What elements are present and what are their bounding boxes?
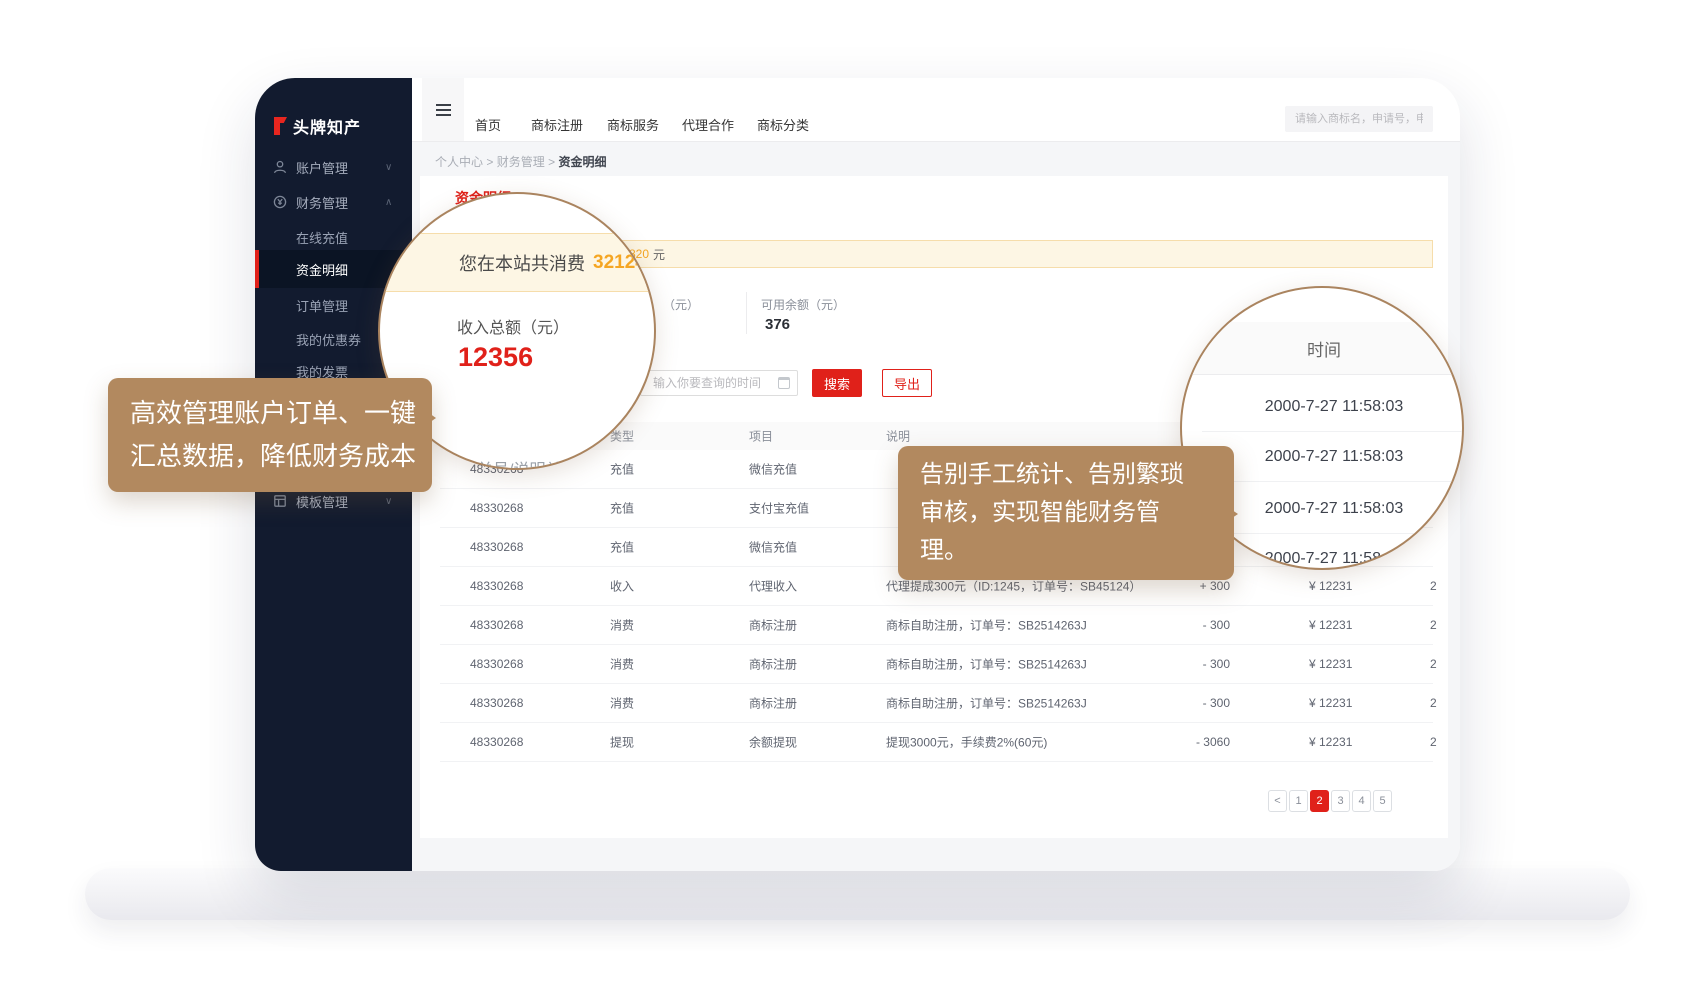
search-button[interactable]: 搜索 [812, 369, 862, 397]
chevron-down-icon: ∨ [385, 162, 392, 173]
active-indicator [255, 250, 259, 288]
template-icon [272, 493, 288, 509]
time-cell: 2000-7-27 11:58:03 [1202, 432, 1464, 482]
pagination-page-4[interactable]: 4 [1352, 790, 1371, 812]
laptop-base [85, 868, 1630, 920]
brand-logo-icon [271, 115, 289, 137]
hamburger-menu-icon[interactable] [422, 78, 464, 141]
banner-unit: 元 [653, 246, 665, 263]
banner-prefix: 您在本站共消费 [459, 250, 585, 276]
breadcrumb-current: 资金明细 [558, 155, 606, 169]
pagination-page-3[interactable]: 3 [1331, 790, 1350, 812]
table-row[interactable]: 48330268 消费 商标注册 商标自助注册，订单号：SB2514263J -… [440, 645, 1433, 684]
nav-item-agent-cooperation[interactable]: 代理合作 [682, 115, 734, 134]
sidebar-item-account[interactable]: 账户管理 ∨ [255, 153, 412, 181]
stat-middle-label: （元） [663, 296, 699, 313]
sidebar-item-finance[interactable]: 财务管理 ∧ [255, 188, 412, 216]
pagination-page-2-active[interactable]: 2 [1310, 790, 1329, 812]
stat-balance-value: 376 [765, 316, 790, 333]
sidebar-item-label: 财务管理 [296, 193, 348, 212]
chevron-down-icon: ∨ [385, 496, 392, 507]
nav-item-trademark-register[interactable]: 商标注册 [531, 115, 583, 134]
table-row[interactable]: 48330268 提现 余额提现 提现3000元，手续费2%(60元) - 30… [440, 723, 1433, 762]
trademark-search-input[interactable] [1285, 106, 1433, 132]
time-query-input[interactable] [640, 370, 798, 396]
time-cell: 2000-7-27 11:58:03 [1202, 534, 1464, 570]
page-root: 头牌知产 账户管理 ∨ 财务管理 ∧ [0, 0, 1696, 1002]
stat-income-label: 收入总额（元） [457, 314, 569, 338]
col-desc: 说明 [886, 428, 910, 445]
col-time: 时间 [1182, 322, 1464, 375]
table-row[interactable]: 48330268 消费 商标注册 商标自助注册，订单号：SB2514263J -… [440, 606, 1433, 645]
chevron-up-icon: ∧ [385, 197, 392, 208]
tooltip-right: 告别手工统计、告别繁琐 审核，实现智能财务管 理。 [898, 446, 1234, 580]
stat-divider [746, 292, 747, 334]
stat-income-value: 12356 [458, 342, 533, 373]
pagination-page-5[interactable]: 5 [1373, 790, 1392, 812]
stat-balance-label: 可用余额（元） [761, 296, 845, 313]
sidebar-item-label: 账户管理 [296, 158, 348, 177]
sort-caret-icon[interactable]: ∨ [613, 431, 620, 442]
brand-logo: 头牌知产 [271, 114, 361, 138]
pagination-page-1[interactable]: 1 [1289, 790, 1308, 812]
table-row[interactable]: 48330268 消费 商标注册 商标自助注册，订单号：SB2514263J -… [440, 684, 1433, 723]
brand-name: 头牌知产 [293, 114, 361, 138]
tooltip-left: 高效管理账户订单、一键 汇总数据，降低财务成本 [108, 378, 432, 492]
nav-item-trademark-service[interactable]: 商标服务 [607, 115, 659, 134]
magnified-banner: 您在本站共消费 32124 [380, 233, 656, 292]
breadcrumb: 个人中心 > 财务管理 > 资金明细 [435, 153, 606, 170]
export-button[interactable]: 导出 [882, 369, 932, 397]
nav-item-trademark-category[interactable]: 商标分类 [757, 115, 809, 134]
breadcrumb-finance[interactable]: 财务管理 [497, 155, 545, 169]
breadcrumb-personal-center[interactable]: 个人中心 [435, 155, 483, 169]
calendar-icon[interactable] [778, 377, 790, 389]
col-order-keyword: 订单号/说明关键 [461, 456, 577, 470]
finance-icon [272, 194, 288, 210]
nav-item-home[interactable]: 首页 [475, 115, 501, 134]
pagination-prev-button[interactable]: < [1268, 790, 1287, 812]
banner-magnified-value: 32124 [593, 252, 646, 274]
time-cell: 2000-7-27 11:58:03 [1202, 382, 1464, 432]
user-icon [272, 159, 288, 175]
sort-caret-icon[interactable]: ∨ [752, 431, 759, 442]
